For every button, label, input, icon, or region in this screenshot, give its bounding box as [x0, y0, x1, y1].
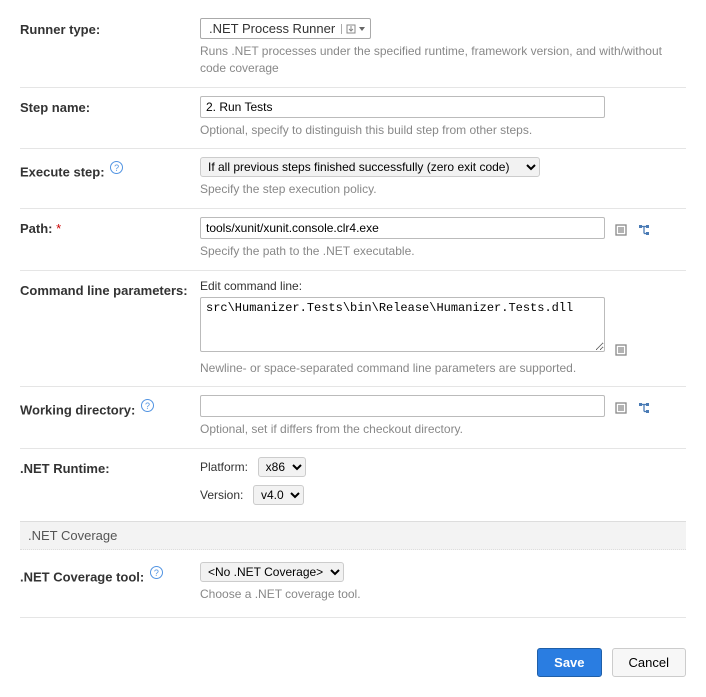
execute-step-help: Specify the step execution policy. — [200, 181, 686, 198]
working-dir-label: Working directory: — [20, 403, 135, 418]
runner-type-label: Runner type: — [20, 18, 200, 37]
step-name-help: Optional, specify to distinguish this bu… — [200, 122, 686, 139]
path-help: Specify the path to the .NET executable. — [200, 243, 686, 260]
net-coverage-tool-select[interactable]: <No .NET Coverage> — [200, 562, 344, 582]
version-select[interactable]: v4.0 — [253, 485, 304, 505]
working-dir-help: Optional, set if differs from the checko… — [200, 421, 686, 438]
edit-icon[interactable] — [615, 400, 629, 414]
chevron-down-icon — [358, 25, 366, 33]
net-runtime-label: .NET Runtime: — [20, 457, 200, 476]
cmd-params-sublabel: Edit command line: — [200, 279, 686, 293]
net-coverage-tool-help: Choose a .NET coverage tool. — [200, 586, 686, 603]
help-icon[interactable]: ? — [150, 566, 163, 579]
help-icon[interactable]: ? — [110, 161, 123, 174]
step-name-input[interactable] — [200, 96, 605, 118]
tree-picker-icon[interactable] — [638, 400, 652, 414]
required-indicator: * — [56, 221, 61, 236]
cmd-params-help: Newline- or space-separated command line… — [200, 360, 686, 377]
net-coverage-tool-label: .NET Coverage tool: — [20, 569, 144, 584]
cmd-params-label: Command line parameters: — [20, 279, 200, 298]
execute-step-label: Execute step: — [20, 165, 105, 180]
execute-step-select[interactable]: If all previous steps finished successfu… — [200, 157, 540, 177]
runner-type-dropdown[interactable]: .NET Process Runner — [200, 18, 371, 39]
version-label: Version: — [200, 488, 243, 502]
cmd-params-textarea[interactable]: src\Humanizer.Tests\bin\Release\Humanize… — [200, 297, 605, 352]
runner-type-help: Runs .NET processes under the specified … — [200, 43, 686, 77]
tree-picker-icon[interactable] — [638, 222, 652, 236]
path-input[interactable] — [200, 217, 605, 239]
net-coverage-section: .NET Coverage — [20, 521, 686, 550]
edit-icon[interactable] — [615, 222, 629, 236]
working-dir-input[interactable] — [200, 395, 605, 417]
runner-type-value: .NET Process Runner — [209, 21, 335, 36]
edit-icon[interactable] — [615, 342, 629, 356]
cancel-button[interactable]: Cancel — [612, 648, 686, 677]
platform-select[interactable]: x86 — [258, 457, 306, 477]
load-icon — [346, 24, 356, 34]
platform-label: Platform: — [200, 460, 248, 474]
step-name-label: Step name: — [20, 96, 200, 115]
save-button[interactable]: Save — [537, 648, 601, 677]
path-label: Path: — [20, 221, 53, 236]
help-icon[interactable]: ? — [141, 399, 154, 412]
